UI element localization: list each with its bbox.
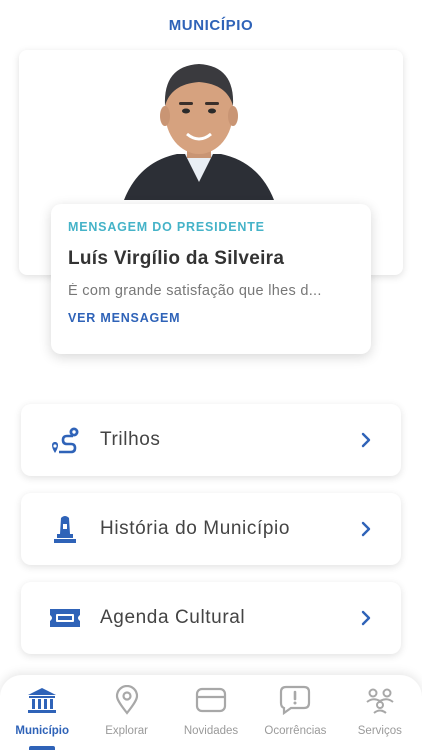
tab-municipio[interactable]: Município bbox=[0, 675, 84, 750]
chevron-right-icon bbox=[361, 610, 371, 626]
trail-route-icon bbox=[48, 423, 82, 457]
tab-novidades[interactable]: Novidades bbox=[169, 675, 253, 750]
menu-item-cultural-agenda[interactable]: Agenda Cultural bbox=[21, 582, 401, 654]
menu-item-label: Trilhos bbox=[100, 429, 161, 450]
president-message-card[interactable]: MENSAGEM DO PRESIDENTE Luís Virgílio da … bbox=[51, 204, 371, 354]
menu-item-trails[interactable]: Trilhos bbox=[21, 404, 401, 476]
tab-servicos[interactable]: Serviços bbox=[338, 675, 422, 750]
active-tab-indicator bbox=[29, 746, 56, 750]
top-header: MUNICÍPIO bbox=[0, 0, 422, 50]
message-excerpt: É com grande satisfação que lhes d... bbox=[68, 283, 322, 299]
bottom-tab-bar: Município Explorar Novidades Ocorrências… bbox=[0, 675, 422, 750]
president-name: Luís Virgílio da Silveira bbox=[68, 248, 285, 269]
map-pin-icon bbox=[110, 685, 144, 715]
tab-explorar[interactable]: Explorar bbox=[84, 675, 168, 750]
menu-item-history[interactable]: História do Município bbox=[21, 493, 401, 565]
chevron-right-icon bbox=[361, 432, 371, 448]
page-title: MUNICÍPIO bbox=[168, 16, 254, 34]
chevron-right-icon bbox=[361, 521, 371, 537]
view-message-link[interactable]: VER MENSAGEM bbox=[68, 311, 180, 325]
monument-icon bbox=[48, 512, 82, 546]
tab-label: Ocorrências bbox=[264, 725, 327, 737]
tab-label: Município bbox=[15, 725, 70, 737]
services-icon bbox=[363, 685, 397, 715]
alert-bubble-icon bbox=[278, 685, 312, 715]
message-kicker: MENSAGEM DO PRESIDENTE bbox=[68, 220, 265, 234]
tab-label: Explorar bbox=[105, 725, 149, 737]
ticket-icon bbox=[48, 601, 82, 635]
tab-label: Serviços bbox=[357, 725, 402, 737]
news-card-icon bbox=[194, 685, 228, 715]
tab-ocorrencias[interactable]: Ocorrências bbox=[253, 675, 337, 750]
menu-item-label: História do Município bbox=[100, 518, 291, 539]
menu-item-label: Agenda Cultural bbox=[100, 607, 246, 628]
town-hall-icon bbox=[25, 685, 59, 715]
president-portrait bbox=[124, 64, 274, 200]
tab-label: Novidades bbox=[183, 725, 239, 737]
